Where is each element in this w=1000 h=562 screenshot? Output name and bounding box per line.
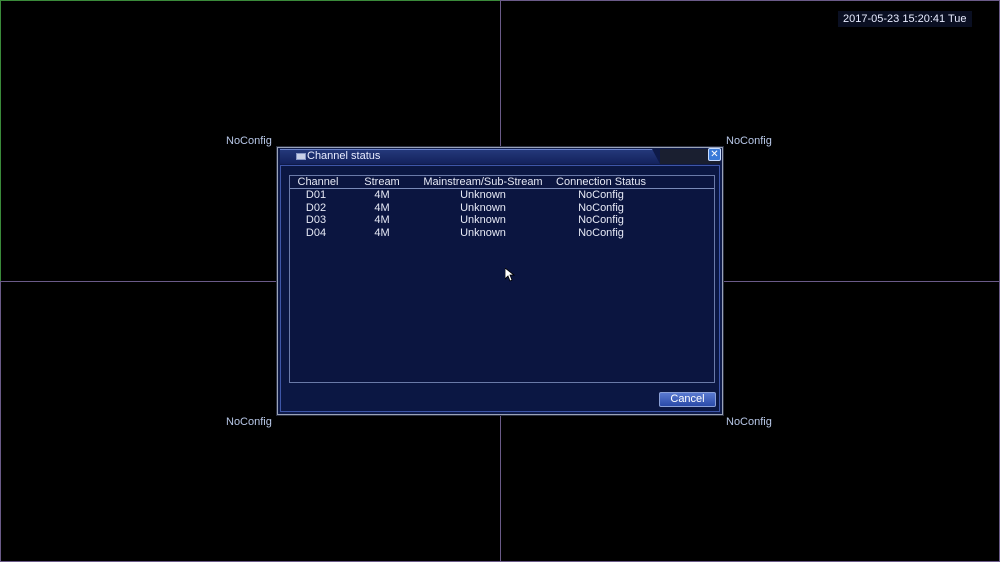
cell-channel: D04	[305, 226, 327, 239]
cell-mainsub: Unknown	[460, 214, 506, 226]
mouse-pointer-icon	[505, 268, 515, 282]
close-icon[interactable]: ✕	[708, 148, 721, 161]
cell-stream: 4M	[374, 226, 390, 239]
table-header: Channel Stream Mainstream/Sub-Stream Con…	[290, 176, 714, 189]
cell-stream: 4M	[374, 189, 390, 201]
cell-mainsub: Unknown	[460, 201, 506, 214]
camera-3-status: NoConfig	[226, 416, 272, 428]
dialog-title: Channel status	[307, 150, 381, 162]
header-mainstream-substream: Mainstream/Sub-Stream	[423, 176, 543, 188]
header-stream: Stream	[364, 176, 400, 188]
cell-mainsub: Unknown	[460, 189, 506, 201]
dialog-titlebar[interactable]: Channel status ✕	[278, 148, 722, 165]
cell-channel: D03	[305, 214, 327, 226]
cancel-button[interactable]: Cancel	[659, 392, 716, 407]
table-row[interactable]: D01 4M Unknown NoConfig	[290, 189, 714, 201]
window-icon	[296, 153, 306, 160]
cell-connection: NoConfig	[578, 214, 624, 226]
live-view-screen: NoConfig NoConfig NoConfig NoConfig 2017…	[0, 0, 1000, 562]
camera-4-status: NoConfig	[726, 416, 772, 428]
dialog-body: Channel Stream Mainstream/Sub-Stream Con…	[280, 165, 720, 412]
cell-mainsub: Unknown	[460, 226, 506, 239]
datetime-display: 2017-05-23 15:20:41 Tue	[838, 11, 972, 27]
cell-connection: NoConfig	[578, 201, 624, 214]
header-channel: Channel	[297, 176, 339, 188]
table-row[interactable]: D04 4M Unknown NoConfig	[290, 227, 714, 239]
cell-channel: D02	[305, 201, 327, 214]
cell-stream: 4M	[374, 201, 390, 214]
channel-status-table: Channel Stream Mainstream/Sub-Stream Con…	[289, 175, 715, 383]
table-row[interactable]: D02 4M Unknown NoConfig	[290, 202, 714, 214]
camera-2-status: NoConfig	[726, 135, 772, 147]
cell-connection: NoConfig	[578, 226, 624, 239]
camera-1-status: NoConfig	[226, 135, 272, 147]
cell-connection: NoConfig	[578, 189, 624, 201]
cell-stream: 4M	[374, 214, 390, 226]
cell-channel: D01	[305, 189, 327, 201]
channel-status-dialog: Channel status ✕ Channel Stream Mainstre…	[277, 147, 723, 415]
table-row[interactable]: D03 4M Unknown NoConfig	[290, 214, 714, 226]
header-connection-status: Connection Status	[556, 176, 646, 188]
